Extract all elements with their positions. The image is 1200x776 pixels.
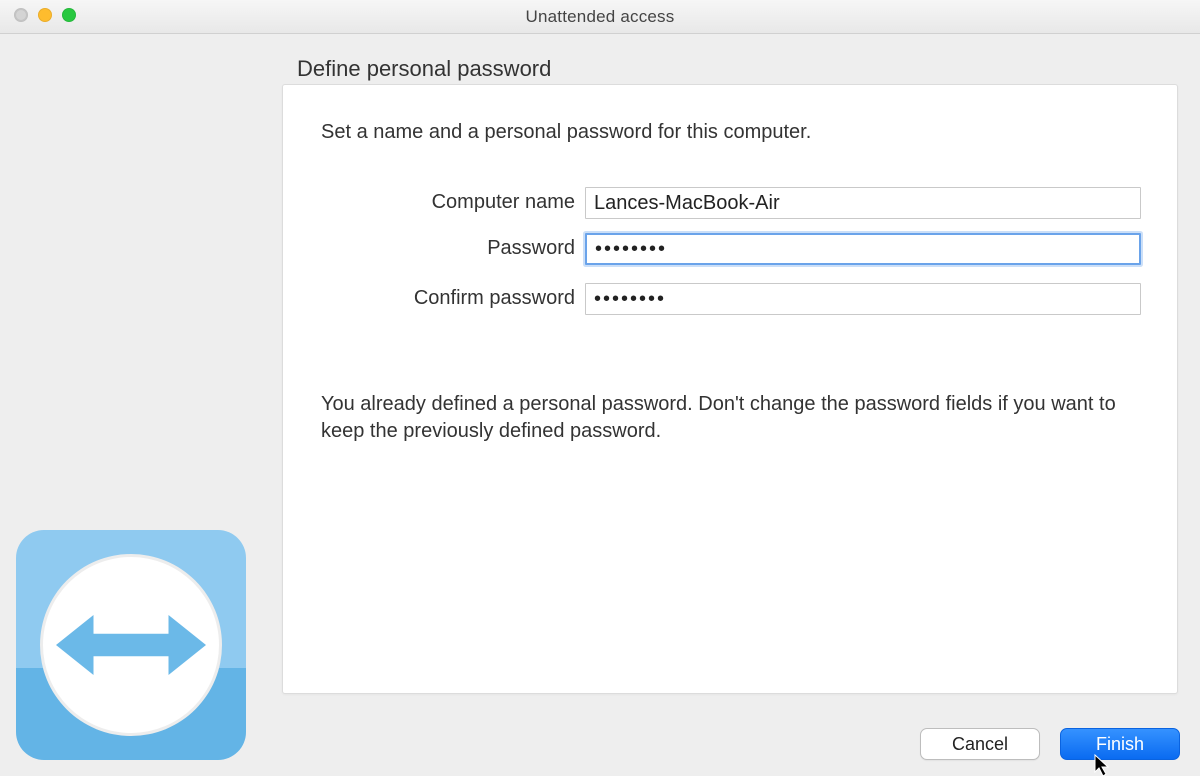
unattended-access-window: Unattended access Define personal passwo… (0, 0, 1200, 776)
window-title: Unattended access (526, 7, 675, 27)
instruction-text: Set a name and a personal password for t… (321, 121, 811, 144)
section-heading: Define personal password (297, 56, 551, 82)
button-bar: Cancel Finish (920, 728, 1180, 760)
label-computer-name: Computer name (283, 191, 575, 214)
cancel-button[interactable]: Cancel (920, 728, 1040, 760)
password-input[interactable] (585, 233, 1141, 265)
minimize-window-button[interactable] (38, 8, 52, 22)
window-controls (14, 8, 76, 22)
label-confirm-password: Confirm password (283, 287, 575, 310)
titlebar: Unattended access (0, 0, 1200, 34)
app-icon-circle (40, 554, 222, 736)
close-window-button[interactable] (14, 8, 28, 22)
label-password: Password (283, 237, 575, 260)
computer-name-input[interactable] (585, 187, 1141, 219)
app-icon (16, 530, 246, 760)
zoom-window-button[interactable] (62, 8, 76, 22)
note-text: You already defined a personal password.… (321, 391, 1139, 445)
confirm-password-input[interactable] (585, 283, 1141, 315)
finish-button[interactable]: Finish (1060, 728, 1180, 760)
double-arrow-icon (56, 605, 206, 685)
main-panel: Set a name and a personal password for t… (282, 84, 1178, 694)
